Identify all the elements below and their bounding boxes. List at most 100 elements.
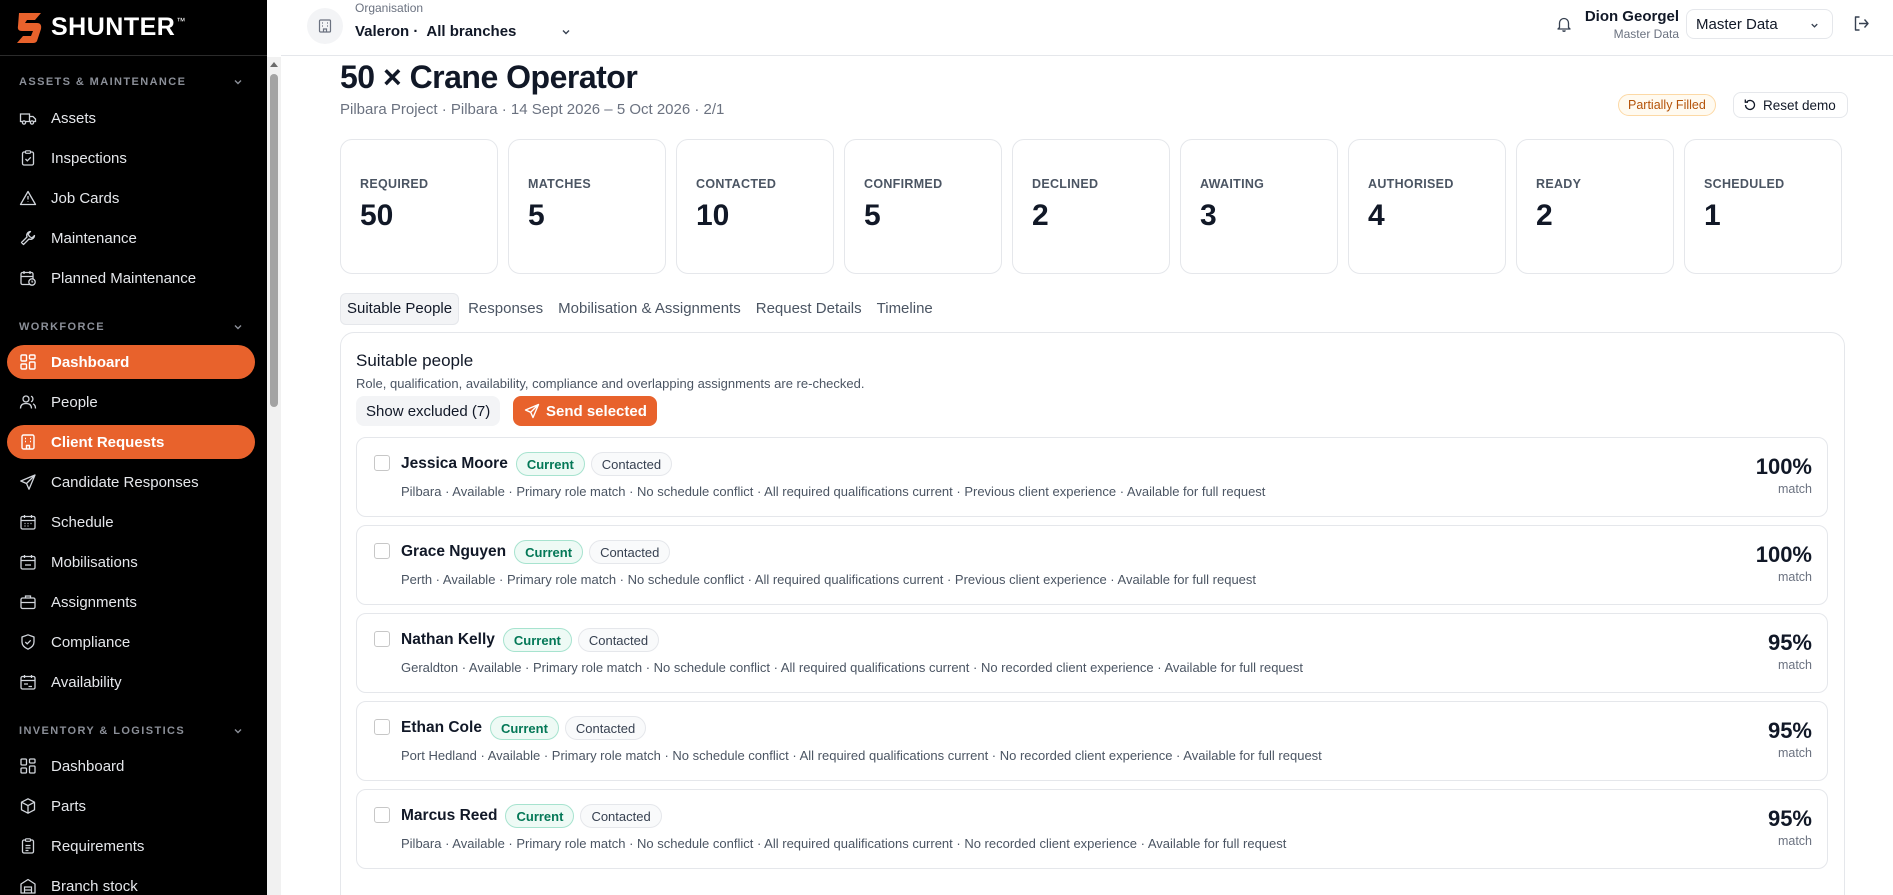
- sidebar-item-inspections[interactable]: Inspections: [7, 141, 255, 175]
- select-checkbox[interactable]: [374, 543, 390, 559]
- person-name: Marcus Reed: [401, 807, 498, 824]
- sidebar-item-label: Parts: [51, 797, 87, 815]
- users-icon: [19, 395, 37, 409]
- logout-icon[interactable]: [1852, 14, 1871, 33]
- sidebar-item-mobilisations[interactable]: Mobilisations: [7, 545, 255, 579]
- sidebar-item-assets[interactable]: Assets: [7, 101, 255, 135]
- sidebar-item-job-cards[interactable]: Job Cards: [7, 181, 255, 215]
- sidebar-item-label: People: [51, 393, 98, 411]
- brand-name: SHUNTER: [51, 13, 176, 41]
- organisation-icon[interactable]: [307, 8, 343, 44]
- tabs: Suitable People Responses Mobilisation &…: [340, 292, 939, 326]
- stat-card-declined: DECLINED 2: [1012, 139, 1170, 274]
- person-header: Jessica Moore Current Contacted: [401, 452, 673, 476]
- sidebar-item-requirements[interactable]: Requirements: [7, 829, 255, 863]
- section-assets-maintenance[interactable]: ASSETS & MAINTENANCE: [0, 72, 267, 92]
- stat-card-matches: MATCHES 5: [508, 139, 666, 274]
- stat-label: CONTACTED: [696, 177, 777, 191]
- sidebar-item-dashboard[interactable]: Dashboard: [7, 345, 255, 379]
- stat-value: 2: [1032, 199, 1049, 232]
- building-icon: [318, 19, 332, 33]
- sidebar-item-maintenance[interactable]: Maintenance: [7, 221, 255, 255]
- list-item[interactable]: Nathan Kelly Current Contacted Geraldton…: [356, 613, 1828, 693]
- match-score: 100%: [1755, 454, 1812, 479]
- section-workforce[interactable]: WORKFORCE: [0, 317, 267, 337]
- sidebar-item-compliance[interactable]: Compliance: [7, 625, 255, 659]
- stat-label: DECLINED: [1032, 177, 1099, 191]
- stat-label: SCHEDULED: [1704, 177, 1785, 191]
- sidebar-item-label: Inspections: [51, 149, 127, 167]
- tab-request-details[interactable]: Request Details: [750, 294, 868, 324]
- contact-badge: Contacted: [589, 540, 671, 564]
- match-score: 100%: [1755, 542, 1812, 567]
- select-checkbox[interactable]: [374, 631, 390, 647]
- match-label: match: [1777, 746, 1812, 760]
- sidebar-item-assignments[interactable]: Assignments: [7, 585, 255, 619]
- match-label: match: [1777, 658, 1812, 672]
- sidebar-item-client-requests[interactable]: Client Requests: [7, 425, 255, 459]
- sidebar-item-label: Branch stock: [51, 877, 138, 895]
- sidebar-item-label: Client Requests: [51, 433, 165, 451]
- sidebar-item-planned-maintenance[interactable]: Planned Maintenance: [7, 261, 255, 295]
- page-title: 50 × Crane Operator: [340, 59, 638, 95]
- sidebar-nav: ASSETS & MAINTENANCE Assets Inspections …: [0, 57, 267, 895]
- stat-card-contacted: CONTACTED 10: [676, 139, 834, 274]
- match-label: match: [1777, 834, 1812, 848]
- stat-value: 1: [1704, 199, 1721, 232]
- list-item[interactable]: Jessica Moore Current Contacted Pilbara …: [356, 437, 1828, 517]
- briefcase-icon: [20, 595, 36, 610]
- section-inventory-logistics[interactable]: INVENTORY & LOGISTICS: [0, 721, 267, 741]
- sidebar-item-availability[interactable]: Availability: [7, 665, 255, 699]
- tab-suitable-people[interactable]: Suitable People: [340, 293, 460, 325]
- sidebar-item-label: Maintenance: [51, 229, 137, 247]
- sidebar-item-branch-stock[interactable]: Branch stock: [7, 869, 255, 895]
- role-select-value: Master Data: [1696, 15, 1778, 33]
- main-content: 50 × Crane Operator Pilbara Project · Pi…: [281, 57, 1893, 895]
- sidebar-item-people[interactable]: People: [7, 385, 255, 419]
- select-checkbox[interactable]: [374, 807, 390, 823]
- bell-icon[interactable]: [1555, 15, 1573, 33]
- list-item[interactable]: Grace Nguyen Current Contacted Perth · A…: [356, 525, 1828, 605]
- select-checkbox[interactable]: [374, 455, 390, 471]
- sidebar-item-label: Dashboard: [51, 353, 130, 371]
- sidebar-item-label: Requirements: [51, 837, 145, 855]
- contact-badge: Contacted: [577, 628, 660, 652]
- reset-demo-button[interactable]: Reset demo: [1733, 92, 1848, 118]
- sidebar-scrollbar[interactable]: [267, 57, 281, 895]
- stats-row: REQUIRED 50 MATCHES 5 CONTACTED 10 CONFIRME…: [340, 139, 1842, 274]
- panel-subtitle: Role, qualification, availability, compl…: [356, 376, 865, 391]
- organisation-selector[interactable]: Valeron · All branches: [355, 23, 572, 40]
- list-item[interactable]: Ethan Cole Current Contacted Port Hedlan…: [356, 701, 1828, 781]
- section-title: INVENTORY & LOGISTICS: [19, 725, 186, 737]
- status-badge: Current: [514, 540, 584, 564]
- sidebar-item-schedule[interactable]: Schedule: [7, 505, 255, 539]
- tab-responses[interactable]: Responses: [462, 294, 549, 324]
- panel-title: Suitable people: [356, 351, 474, 370]
- list-item[interactable]: Marcus Reed Current Contacted Pilbara · …: [356, 789, 1828, 869]
- status-badge: Partially Filled: [1618, 94, 1716, 116]
- match-score: 95%: [1767, 806, 1812, 831]
- scrollbar-thumb[interactable]: [270, 74, 278, 407]
- tab-timeline[interactable]: Timeline: [871, 294, 939, 324]
- logo[interactable]: SHUNTER ™: [0, 0, 267, 56]
- stat-value: 50: [360, 199, 394, 232]
- send-selected-button[interactable]: Send selected: [513, 396, 657, 426]
- tab-mobilisation-assignments[interactable]: Mobilisation & Assignments: [552, 294, 747, 324]
- calendar-icon: [20, 515, 36, 530]
- truck-icon: [19, 113, 37, 125]
- stat-card-required: REQUIRED 50: [340, 139, 498, 274]
- scroll-up-arrow-icon[interactable]: [270, 62, 278, 67]
- sidebar-item-parts[interactable]: Parts: [7, 789, 255, 823]
- topbar: Organisation Valeron · All branches Dion…: [281, 0, 1893, 56]
- person-name: Nathan Kelly: [401, 631, 495, 648]
- show-excluded-button[interactable]: Show excluded (7): [356, 396, 501, 426]
- sidebar-item-inventory-dashboard[interactable]: Dashboard: [7, 749, 255, 783]
- sidebar-item-label: Dashboard: [51, 757, 125, 775]
- sidebar-item-candidate-responses[interactable]: Candidate Responses: [7, 465, 255, 499]
- role-select[interactable]: Master Data: [1686, 9, 1833, 39]
- reset-icon: [1744, 99, 1756, 111]
- sidebar-item-label: Assignments: [51, 593, 137, 611]
- sidebar-item-label: Assets: [51, 109, 97, 127]
- select-checkbox[interactable]: [374, 719, 390, 735]
- person-details: Geraldton · Available · Primary role mat…: [401, 660, 1304, 675]
